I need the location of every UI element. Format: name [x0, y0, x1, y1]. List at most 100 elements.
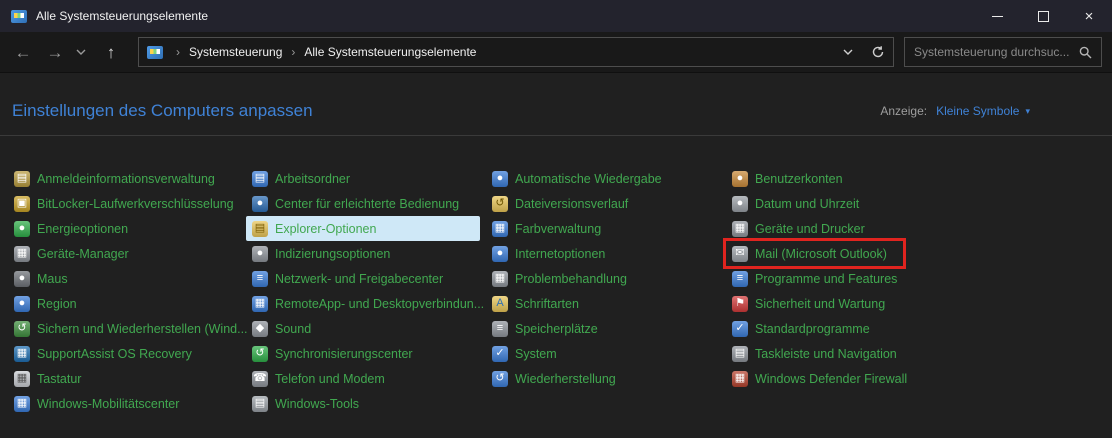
- refresh-button[interactable]: [863, 45, 893, 59]
- item-internet-options[interactable]: ●Internetoptionen: [486, 241, 611, 266]
- maximize-icon: [1038, 11, 1049, 22]
- lock-key-icon: ▣: [14, 196, 30, 212]
- item-system[interactable]: ✓System: [486, 341, 563, 366]
- item-date-time[interactable]: ●Datum und Uhrzeit: [726, 191, 865, 216]
- address-dropdown-button[interactable]: [833, 49, 863, 55]
- item-troubleshooting[interactable]: ▦ Problembehandlung: [486, 266, 633, 291]
- maximize-button[interactable]: [1020, 0, 1066, 32]
- item-label: Tastatur: [37, 372, 81, 386]
- item-color-management[interactable]: ▦Farbverwaltung: [486, 216, 607, 241]
- breadcrumb-separator: ›: [176, 45, 180, 59]
- item-device-manager[interactable]: ▦Geräte-Manager: [8, 241, 135, 266]
- item-file-history[interactable]: ↺Dateiversionsverlauf: [486, 191, 634, 216]
- item-security-maintenance[interactable]: ⚑Sicherheit und Wartung: [726, 291, 891, 316]
- item-label: Indizierungsoptionen: [275, 247, 390, 261]
- item-backup-restore[interactable]: ↺Sichern und Wiederherstellen (Wind...: [8, 316, 254, 341]
- item-default-programs[interactable]: ✓Standardprogramme: [726, 316, 876, 341]
- backup-restore-icon: ↺: [14, 321, 30, 337]
- close-icon: ×: [1085, 9, 1094, 24]
- chevron-down-icon: [843, 49, 853, 55]
- control-panel-items-grid: ▤Anmeldeinformationsverwaltung▣BitLocker…: [0, 136, 1112, 416]
- programs-features-icon: ≡: [732, 271, 748, 287]
- toolbox-icon: ▦: [14, 346, 30, 362]
- item-autoplay[interactable]: ●Automatische Wiedergabe: [486, 166, 668, 191]
- item-recovery[interactable]: ↺Wiederherstellung: [486, 366, 622, 391]
- troubleshooting-icon: ▦: [492, 271, 508, 287]
- item-user-accounts[interactable]: ●Benutzerkonten: [726, 166, 849, 191]
- folder-options-icon: ▤: [252, 221, 268, 237]
- back-button[interactable]: ←: [10, 44, 36, 61]
- item-mouse[interactable]: ●Maus: [8, 266, 74, 291]
- up-icon: ↑: [107, 43, 116, 62]
- item-sound[interactable]: ◆Sound: [246, 316, 317, 341]
- item-label: Energieoptionen: [37, 222, 128, 236]
- item-label: Geräte-Manager: [37, 247, 129, 261]
- item-ease-of-access[interactable]: ●Center für erleichterte Bedienung: [246, 191, 465, 216]
- item-label: Dateiversionsverlauf: [515, 197, 628, 211]
- item-region[interactable]: ● Region: [8, 291, 83, 316]
- item-label: Anmeldeinformationsverwaltung: [37, 172, 215, 186]
- item-label: Windows-Mobilitätscenter: [37, 397, 179, 411]
- remoteapp-icon: ▦: [252, 296, 268, 312]
- item-indexing-options[interactable]: ● Indizierungsoptionen: [246, 241, 396, 266]
- breadcrumb-segment[interactable]: Systemsteuerung: [189, 45, 282, 59]
- globe-clock-icon: ●: [14, 296, 30, 312]
- up-button[interactable]: ↑: [98, 44, 124, 61]
- item-windows-tools[interactable]: ▤Windows-Tools: [246, 391, 365, 416]
- item-mobility-center[interactable]: ▦ Windows-Mobilitätscenter: [8, 391, 185, 416]
- minimize-button[interactable]: [974, 0, 1020, 32]
- forward-icon: →: [47, 43, 64, 62]
- item-label: Region: [37, 297, 77, 311]
- item-storage-spaces[interactable]: ≡ Speicherplätze: [486, 316, 604, 341]
- item-credential-manager[interactable]: ▤Anmeldeinformationsverwaltung: [8, 166, 221, 191]
- taskbar-icon: ▤: [732, 346, 748, 362]
- page-title: Einstellungen des Computers anpassen: [12, 101, 880, 121]
- search-box[interactable]: Systemsteuerung durchsuc...: [904, 37, 1102, 67]
- item-supportassist-recovery[interactable]: ▦SupportAssist OS Recovery: [8, 341, 198, 366]
- item-label: Speicherplätze: [515, 322, 598, 336]
- mobility-center-icon: ▦: [14, 396, 30, 412]
- item-label: Explorer-Optionen: [275, 222, 376, 236]
- item-label: Maus: [37, 272, 68, 286]
- page-header: Einstellungen des Computers anpassen Anz…: [0, 73, 1112, 121]
- item-programs-features[interactable]: ≡Programme und Features: [726, 266, 903, 291]
- forward-button[interactable]: →: [42, 44, 68, 61]
- close-button[interactable]: ×: [1066, 0, 1112, 32]
- item-label: Sound: [275, 322, 311, 336]
- item-network-sharing-center[interactable]: ≡Netzwerk- und Freigabecenter: [246, 266, 449, 291]
- search-placeholder: Systemsteuerung durchsuc...: [914, 45, 1079, 59]
- view-size-dropdown[interactable]: Kleine Symbole: [936, 104, 1019, 118]
- items-column-3: ●Automatische Wiedergabe↺Dateiversionsve…: [492, 166, 732, 416]
- items-column-4: ●Benutzerkonten●Datum und Uhrzeit▦Geräte…: [732, 166, 1032, 416]
- item-mail-outlook[interactable]: ✉Mail (Microsoft Outlook): [726, 241, 903, 266]
- breadcrumb-segment[interactable]: Alle Systemsteuerungselemente: [304, 45, 476, 59]
- item-explorer-options[interactable]: ▤ Explorer-Optionen: [246, 216, 480, 241]
- item-remoteapp-connections[interactable]: ▦RemoteApp- und Desktopverbindun...: [246, 291, 490, 316]
- item-power-options[interactable]: ●Energieoptionen: [8, 216, 134, 241]
- item-label: Mail (Microsoft Outlook): [755, 247, 887, 261]
- item-bitlocker[interactable]: ▣ BitLocker-Laufwerkverschlüsselung: [8, 191, 240, 216]
- item-label: Problembehandlung: [515, 272, 627, 286]
- default-programs-icon: ✓: [732, 321, 748, 337]
- item-label: BitLocker-Laufwerkverschlüsselung: [37, 197, 234, 211]
- item-devices-printers[interactable]: ▦Geräte und Drucker: [726, 216, 871, 241]
- refresh-icon: [871, 45, 885, 59]
- item-taskbar-navigation[interactable]: ▤Taskleiste und Navigation: [726, 341, 903, 366]
- chevron-down-icon: [76, 49, 86, 55]
- address-bar[interactable]: ›Systemsteuerung›Alle Systemsteuerungsel…: [138, 37, 894, 67]
- ease-of-access-icon: ●: [252, 196, 268, 212]
- control-panel-icon: [147, 46, 163, 59]
- item-label: Automatische Wiedergabe: [515, 172, 662, 186]
- item-fonts[interactable]: ASchriftarten: [486, 291, 585, 316]
- indexing-options-icon: ●: [252, 246, 268, 262]
- item-keyboard[interactable]: ▦Tastatur: [8, 366, 87, 391]
- item-label: Internetoptionen: [515, 247, 605, 261]
- item-sync-center[interactable]: ↺Synchronisierungscenter: [246, 341, 419, 366]
- item-defender-firewall[interactable]: ▦Windows Defender Firewall: [726, 366, 913, 391]
- item-phone-modem[interactable]: ☎Telefon und Modem: [246, 366, 391, 391]
- item-work-folders[interactable]: ▤Arbeitsordner: [246, 166, 356, 191]
- system-icon: ✓: [492, 346, 508, 362]
- recent-pages-button[interactable]: [70, 49, 92, 55]
- storage-spaces-icon: ≡: [492, 321, 508, 337]
- item-label: Arbeitsordner: [275, 172, 350, 186]
